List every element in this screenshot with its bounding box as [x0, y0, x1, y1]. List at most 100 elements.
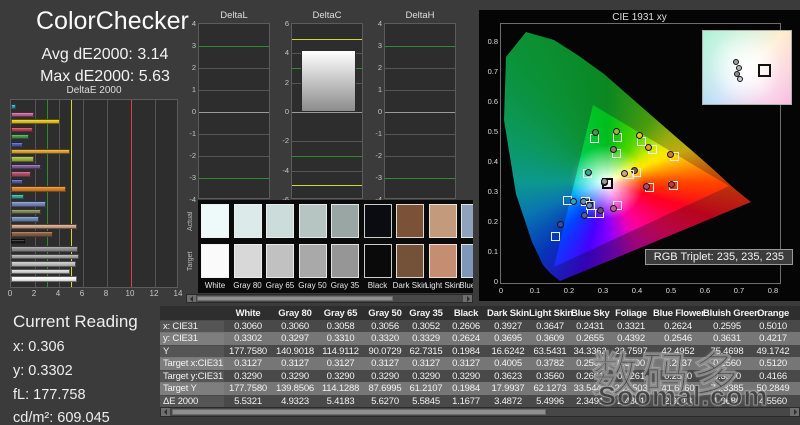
- table-scroll-left-button[interactable]: [161, 408, 170, 416]
- cell-white-r0: 0.3060: [234, 321, 262, 332]
- y-tick-label: 3: [191, 41, 196, 50]
- swatch-scrollbar[interactable]: [186, 294, 473, 303]
- cell-orange-r3: 0.5120: [759, 358, 787, 370]
- table-scroll-right-button[interactable]: [790, 408, 799, 416]
- cell-black-r0: 0.2606: [452, 321, 480, 332]
- swatch-target-dark-skin[interactable]: [396, 244, 424, 278]
- cell-blue-flower-r6: 2.9213: [664, 395, 692, 407]
- y-tick-label: 0: [284, 107, 289, 116]
- column-header-orange: Orange: [756, 308, 790, 319]
- swatch-actual-dark-skin[interactable]: [396, 204, 424, 238]
- cell-bluish-green-r1: 0.3631: [713, 333, 741, 345]
- grid-line: [292, 170, 362, 172]
- table-row-x-cie31: x: CIE31 0.3060 0.3060 0.3058 0.3056 0.3052 0.…: [160, 320, 800, 334]
- limit-line: [385, 46, 455, 47]
- cell-gray-80-r1: 0.3297: [281, 333, 309, 345]
- delta-bar: [301, 50, 356, 112]
- cie-measured-blue-flower: [586, 201, 594, 209]
- grid-line: [199, 156, 269, 157]
- avg-de2000: Avg dE2000: 3.14: [41, 46, 169, 63]
- cell-dark-skin-r4: 0.3623: [494, 370, 522, 382]
- deltae-plot: [10, 99, 178, 288]
- cell-foliage-r0: 0.3321: [617, 321, 645, 332]
- swatch-grid: White Gray 80 Gray 65 Gray 50 Gray 35 Black Da…: [198, 200, 473, 293]
- bar-orange: [11, 186, 66, 192]
- y-tick-label: -1: [375, 129, 382, 138]
- y-tick-label: 1: [377, 85, 382, 94]
- cell-blue-sky-r5: 33.5441: [573, 383, 607, 395]
- swatch-target-black[interactable]: [363, 244, 392, 278]
- swatch-target-blue-sky[interactable]: [461, 244, 473, 278]
- cell-white-r1: 0.3302: [234, 333, 262, 345]
- colorchecker-table: White Gray 80 Gray 65 Gray 50 Gray 35 Black Da…: [160, 306, 800, 407]
- bar-orange-yellow: [11, 149, 70, 155]
- swatch-actual-white[interactable]: [201, 204, 229, 238]
- actual-row-label: Actual: [187, 211, 194, 231]
- white-point-zoom-inset: [702, 30, 792, 105]
- cie-y-tick-label: 0.8: [487, 37, 498, 46]
- column-header-blue-flower: Blue Flower: [653, 308, 705, 319]
- swatch-actual-gray-35[interactable]: [331, 204, 359, 238]
- cell-white-r4: 0.3290: [234, 370, 262, 382]
- swatch-target-gray-80[interactable]: [233, 244, 262, 278]
- page-title: ColorChecker: [36, 7, 189, 35]
- column-header-gray-65: Gray 65: [323, 308, 358, 319]
- cell-bluish-green-r3: 0.2560: [713, 358, 741, 370]
- bar-purple: [11, 163, 41, 170]
- bar-light-skin: [11, 223, 77, 230]
- bar-dark-skin: [11, 231, 53, 237]
- cie-measured-yellow: [635, 131, 643, 139]
- bar-red: [11, 126, 33, 132]
- cell-blue-sky-r3: 0.2500: [576, 358, 604, 370]
- inset-measure-point: [737, 76, 743, 82]
- swatch-actual-gray-65[interactable]: [266, 204, 294, 238]
- swatch-target-gray-65[interactable]: [266, 244, 294, 278]
- y-tick-label: -1: [189, 129, 196, 138]
- cell-black-r5: 0.1984: [452, 383, 480, 395]
- x-tick-label: 6: [79, 289, 85, 298]
- y-tick-label: -4: [282, 165, 289, 175]
- swatch-actual-light-skin[interactable]: [428, 204, 457, 238]
- limit-line: [292, 38, 362, 40]
- cell-gray-50-r3: 0.3127: [371, 358, 399, 370]
- column-header-gray-80: Gray 80: [278, 308, 312, 319]
- swatch-actual-black[interactable]: [363, 204, 392, 238]
- bar-black: [11, 238, 25, 245]
- cie-x-tick-label: 0.3: [597, 286, 609, 295]
- bar-bluish-green: [11, 193, 24, 200]
- column-header-gray-50: Gray 50: [368, 308, 402, 319]
- y-tick-label: -2: [375, 151, 382, 160]
- swatch-scroll-left-button[interactable]: [187, 295, 196, 302]
- cell-orange-r6: 4.5560: [759, 395, 787, 407]
- cell-white-r2: 177.7580: [228, 345, 268, 357]
- swatch-target-gray-50[interactable]: [298, 244, 327, 278]
- x-tick-label: 10: [125, 289, 135, 298]
- swatch-target-light-skin[interactable]: [428, 244, 457, 278]
- cell-gray-80-r6: 4.9323: [281, 395, 309, 407]
- table-row-target-x-cie31: Target x:CIE31 0.3127 0.3127 0.3127 0.3127 0.…: [160, 357, 800, 371]
- swatch-scroll-right-button[interactable]: [463, 295, 472, 302]
- table-scrollbar-thumb[interactable]: [172, 409, 546, 415]
- column-header-foliage: Foliage: [615, 308, 647, 319]
- row-label: ΔE 2000: [160, 395, 224, 407]
- cell-foliage-r1: 0.4392: [617, 333, 645, 345]
- swatch-target-white[interactable]: [201, 244, 229, 278]
- cell-gray-65-r2: 114.9112: [322, 345, 359, 357]
- swatch-actual-gray-80[interactable]: [233, 204, 262, 238]
- cell-black-r6: 1.1677: [452, 395, 480, 407]
- cell-gray-35-r4: 0.3290: [412, 370, 440, 382]
- max-de2000: Max dE2000: 5.63: [40, 68, 170, 85]
- limit-line: [292, 156, 362, 157]
- cell-white-r6: 5.5321: [234, 395, 262, 407]
- deltachart-title-deltal: DeltaL: [220, 10, 248, 21]
- cell-orange-r0: 0.5010: [759, 321, 787, 332]
- cie-measured-gray-35: [600, 178, 608, 186]
- column-header-bluish-green: Bluish Green: [703, 308, 760, 319]
- table-scrollbar[interactable]: [160, 407, 800, 417]
- swatch-actual-blue-sky[interactable]: [461, 204, 473, 238]
- cell-gray-80-r3: 0.3127: [281, 358, 309, 370]
- swatch-scrollbar-thumb[interactable]: [197, 296, 393, 301]
- swatch-target-gray-35[interactable]: [331, 244, 359, 278]
- cell-gray-35-r0: 0.3052: [412, 321, 440, 332]
- swatch-actual-gray-50[interactable]: [298, 204, 327, 238]
